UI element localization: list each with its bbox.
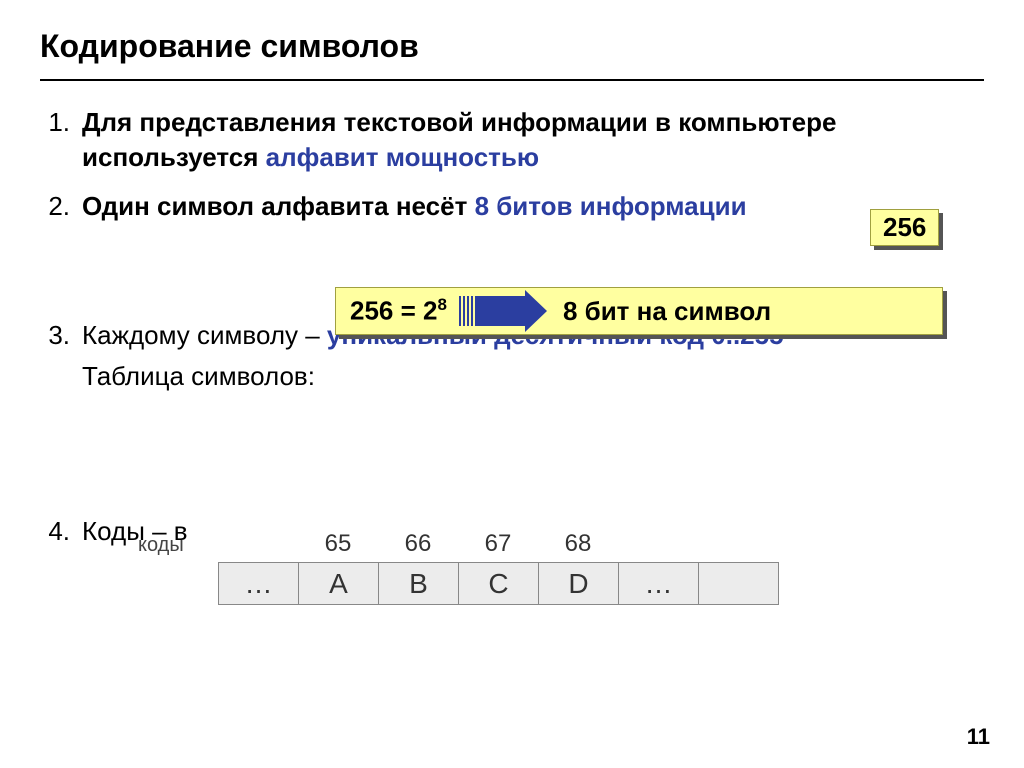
formula-callout: 256 = 28 8 бит на символ: [335, 287, 943, 335]
item-text: Каждому символу –: [82, 320, 327, 350]
code-table-area: коды 65 66 67 68 … A B C D …: [120, 530, 779, 605]
item-number: 2.: [40, 189, 82, 224]
symbol-cell: …: [619, 563, 699, 605]
symbol-cell: …: [219, 563, 299, 605]
callout-base: 256 = 2: [350, 296, 437, 326]
symbol-cell: [699, 563, 779, 605]
item-body: Один символ алфавита несёт 8 битов инфор…: [82, 189, 984, 224]
codes-label: коды: [120, 534, 298, 557]
item-number: 1.: [40, 105, 82, 175]
symbol-cell: B: [379, 563, 459, 605]
table-row: … A B C D …: [219, 563, 779, 605]
codes-row: коды 65 66 67 68: [120, 530, 779, 558]
symbol-cell: A: [299, 563, 379, 605]
arrow-icon: [459, 296, 525, 326]
page-number: 11: [967, 724, 990, 750]
item-number: 4.: [40, 514, 82, 549]
symbol-cell: D: [539, 563, 619, 605]
title-rule: [40, 79, 984, 81]
highlight-term: 8 битов информации: [475, 191, 747, 221]
callout-lhs: 256 = 28: [336, 295, 453, 327]
code-value: 67: [458, 530, 538, 558]
symbol-table: … A B C D …: [218, 562, 779, 605]
code-value: 66: [378, 530, 458, 558]
symbol-cell: C: [459, 563, 539, 605]
item-text: Один символ алфавита несёт: [82, 191, 475, 221]
item-body: Для представления текстовой информации в…: [82, 105, 984, 175]
callout-exponent: 8: [437, 295, 446, 314]
slide-title: Кодирование символов: [40, 28, 984, 65]
badge-256: 256: [870, 209, 939, 246]
list-item-2: 2. Один символ алфавита несёт 8 битов ин…: [40, 189, 984, 224]
item-number: 3.: [40, 318, 82, 394]
callout-rhs: 8 бит на символ: [533, 296, 771, 327]
code-value: 68: [538, 530, 618, 558]
item-subtext: Таблица символов:: [82, 359, 984, 394]
list-item-1: 1. Для представления текстовой информаци…: [40, 105, 984, 175]
code-value: 65: [298, 530, 378, 558]
highlight-term: алфавит мощностью: [266, 142, 539, 172]
